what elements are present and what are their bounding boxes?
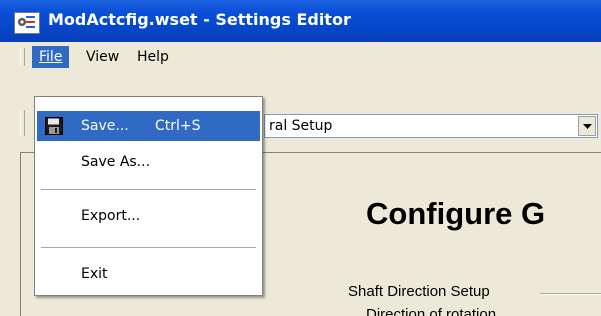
menu-item-exit[interactable]: Exit bbox=[37, 259, 260, 289]
shaft-direction-section-label: Shaft Direction Setup bbox=[348, 283, 490, 300]
title-bar[interactable]: ModActcfig.wset - Settings Editor bbox=[0, 0, 601, 42]
menu-item-save-as-label: Save As... bbox=[81, 154, 151, 170]
menu-file-label: File bbox=[39, 49, 63, 65]
app-settings-icon[interactable] bbox=[14, 12, 40, 34]
menu-help[interactable]: Help bbox=[130, 46, 176, 68]
settings-editor-window: ModActcfig.wset - Settings Editor File V… bbox=[0, 0, 601, 316]
chevron-down-icon bbox=[583, 124, 592, 129]
page-heading: Configure G bbox=[366, 196, 546, 231]
menu-view-label: View bbox=[86, 49, 120, 65]
section-divider bbox=[540, 293, 601, 295]
file-menu-dropdown: Save... Ctrl+S Save As... Export... Exit bbox=[34, 96, 263, 296]
setup-page-select[interactable]: ral Setup bbox=[264, 114, 598, 138]
menu-help-label: Help bbox=[137, 49, 169, 65]
menu-view[interactable]: View bbox=[79, 46, 126, 68]
menu-item-save-label: Save... bbox=[81, 118, 129, 134]
menu-item-save-as[interactable]: Save As... bbox=[37, 147, 260, 177]
menu-item-save[interactable]: Save... Ctrl+S bbox=[37, 111, 260, 141]
window-title: ModActcfig.wset - Settings Editor bbox=[48, 10, 351, 29]
menu-item-exit-label: Exit bbox=[81, 266, 108, 282]
direction-of-rotation-label: Direction of rotation bbox=[366, 306, 497, 316]
menu-separator bbox=[41, 189, 256, 191]
toolbar-grip[interactable] bbox=[20, 110, 25, 136]
floppy-disk-icon bbox=[45, 117, 63, 135]
menubar-grip[interactable] bbox=[20, 48, 25, 66]
menu-item-export[interactable]: Export... bbox=[37, 201, 260, 231]
setup-page-select-value: ral Setup bbox=[269, 118, 333, 134]
dropdown-arrow-button[interactable] bbox=[578, 116, 596, 136]
menu-separator bbox=[41, 247, 256, 249]
menu-item-save-shortcut: Ctrl+S bbox=[155, 118, 201, 134]
menu-item-export-label: Export... bbox=[81, 208, 141, 224]
menu-bar: File View Help bbox=[0, 42, 601, 72]
menu-file[interactable]: File bbox=[32, 46, 70, 68]
